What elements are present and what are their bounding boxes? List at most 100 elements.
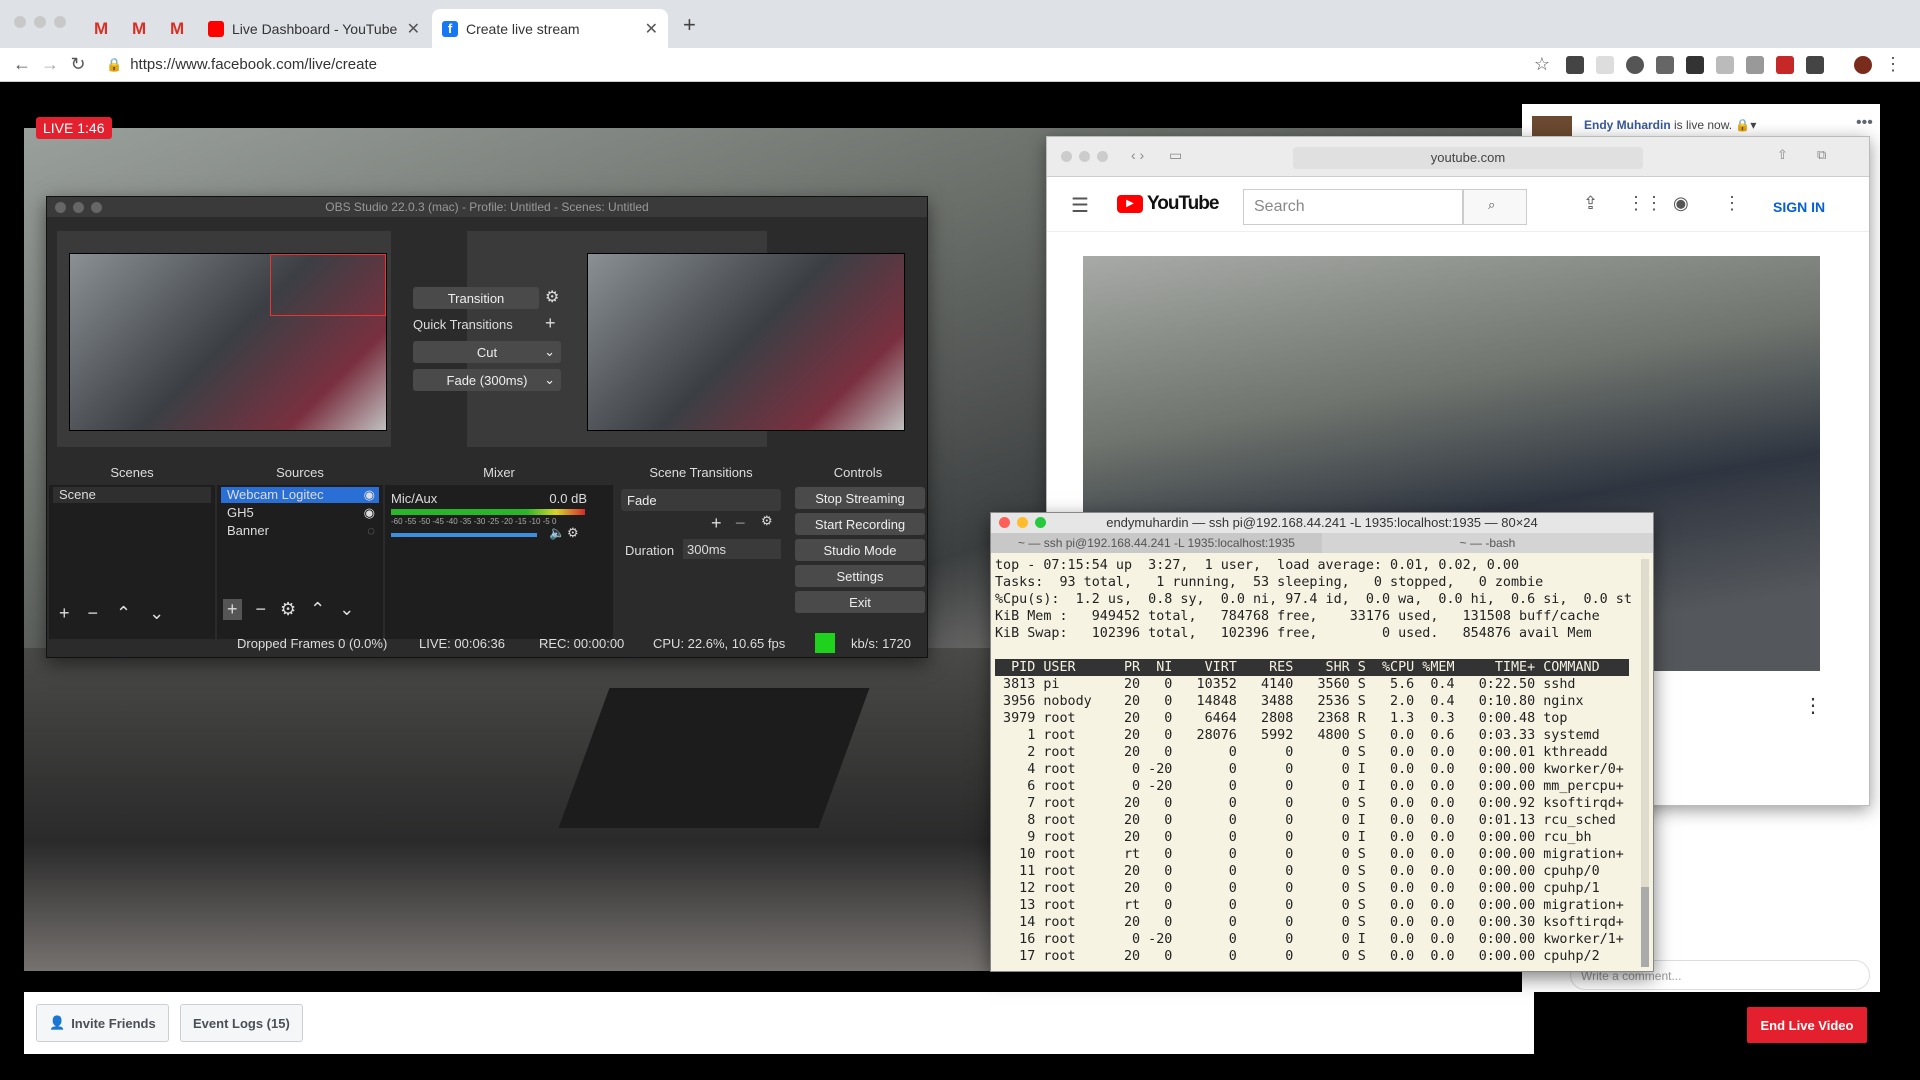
search-input[interactable]: Search <box>1243 189 1463 225</box>
scene-item[interactable]: Scene <box>53 487 211 503</box>
extension-icon[interactable] <box>1596 55 1614 74</box>
gear-icon[interactable]: ⚙ <box>567 525 579 541</box>
move-up-icon[interactable]: ⌃ <box>116 603 131 624</box>
close-window-button[interactable] <box>999 517 1010 528</box>
gear-icon[interactable]: ⚙ <box>545 287 559 307</box>
zoom-window-button[interactable] <box>1035 517 1046 528</box>
close-window-button[interactable] <box>1061 151 1072 162</box>
terminal-scrollbar[interactable] <box>1641 559 1649 967</box>
stop-streaming-button[interactable]: Stop Streaming <box>795 487 925 509</box>
volume-slider[interactable] <box>391 533 537 537</box>
close-window-button[interactable] <box>14 16 26 28</box>
minimize-window-button[interactable] <box>1017 517 1028 528</box>
settings-kebab-icon[interactable]: ⋮ <box>1723 193 1741 214</box>
close-tab-icon[interactable]: ✕ <box>407 19 420 39</box>
tab-youtube-dashboard[interactable]: Live Dashboard - YouTube ✕ <box>198 9 430 48</box>
safari-address-field[interactable]: youtube.com <box>1293 147 1643 169</box>
more-options-icon[interactable]: ⋮ <box>1803 693 1823 718</box>
upload-icon[interactable]: ⇪ <box>1583 193 1598 214</box>
share-icon[interactable]: ⇧ <box>1777 147 1788 163</box>
sign-in-button[interactable]: SIGN IN <box>1773 199 1825 215</box>
menu-kebab-icon[interactable]: ⋮ <box>1884 54 1902 75</box>
new-tab-icon[interactable]: + <box>683 12 696 38</box>
back-icon[interactable]: ← <box>8 54 36 75</box>
tab-gmail-1[interactable]: M <box>84 9 120 48</box>
start-recording-button[interactable]: Start Recording <box>795 513 925 535</box>
add-transition-icon[interactable]: + <box>545 313 556 334</box>
extension-icon[interactable] <box>1716 55 1734 74</box>
youtube-logo-text[interactable]: YouTube <box>1147 193 1219 215</box>
minimize-window-button[interactable] <box>73 202 84 213</box>
zoom-window-button[interactable] <box>1097 151 1108 162</box>
source-item[interactable]: Banner ◌ <box>221 523 379 539</box>
eye-icon[interactable]: ◉ <box>364 487 375 503</box>
zoom-window-button[interactable] <box>54 16 66 28</box>
fade-dropdown[interactable]: Fade (300ms) ⌄ <box>413 369 561 391</box>
terminal-tab-ssh[interactable]: ~ — ssh pi@192.168.44.241 -L 1935:localh… <box>991 533 1322 553</box>
close-window-button[interactable] <box>55 202 66 213</box>
messages-icon[interactable]: ◉ <box>1673 193 1689 214</box>
source-item[interactable]: GH5 ◉ <box>221 505 379 521</box>
extension-icon[interactable] <box>1776 55 1794 74</box>
extension-icon[interactable] <box>1686 55 1704 74</box>
search-button[interactable]: ⌕ <box>1463 189 1527 225</box>
source-selection-box[interactable] <box>270 254 386 316</box>
youtube-logo-icon[interactable]: ▶ <box>1117 195 1143 213</box>
add-icon[interactable]: + <box>223 599 242 620</box>
minimize-window-button[interactable] <box>1079 151 1090 162</box>
sidebar-icon[interactable]: ▭ <box>1169 147 1182 164</box>
minimize-window-button[interactable] <box>34 16 46 28</box>
duration-input[interactable]: 300ms <box>683 539 781 559</box>
remove-icon[interactable]: − <box>88 603 99 624</box>
back-forward-icon[interactable]: ‹ › <box>1131 147 1144 163</box>
bookmark-star-icon[interactable]: ☆ <box>1534 54 1550 75</box>
tabs-icon[interactable]: ⧉ <box>1817 147 1826 163</box>
terminal-output[interactable]: top - 07:15:54 up 3:27, 1 user, load ave… <box>991 553 1653 965</box>
tab-gmail-2[interactable]: M <box>122 9 158 48</box>
extension-icon[interactable] <box>1566 55 1584 74</box>
hamburger-menu-icon[interactable]: ☰ <box>1071 193 1089 218</box>
cut-dropdown[interactable]: Cut ⌄ <box>413 341 561 363</box>
move-down-icon[interactable]: ⌄ <box>339 599 354 620</box>
tab-facebook-live[interactable]: f Create live stream ✕ <box>432 9 668 48</box>
program-preview[interactable] <box>69 253 387 431</box>
eye-hidden-icon[interactable]: ◌ <box>367 523 375 538</box>
transition-button[interactable]: Transition <box>413 287 539 309</box>
extension-icon[interactable] <box>1656 55 1674 74</box>
settings-button[interactable]: Settings <box>795 565 925 587</box>
gear-icon[interactable]: ⚙ <box>280 599 296 620</box>
terminal-tab-bash[interactable]: ~ — -bash <box>1322 533 1653 553</box>
profile-avatar[interactable] <box>1854 55 1872 74</box>
move-down-icon[interactable]: ⌄ <box>149 603 164 624</box>
add-icon[interactable]: + <box>59 603 70 624</box>
gear-icon[interactable]: ⚙ <box>761 513 773 529</box>
more-options-icon[interactable]: ••• <box>1856 114 1873 132</box>
zoom-window-button[interactable] <box>91 202 102 213</box>
transition-select-value: Fade <box>627 492 657 508</box>
reload-icon[interactable]: ↻ <box>64 54 92 75</box>
event-logs-button[interactable]: Event Logs (15) <box>180 1004 303 1042</box>
apps-grid-icon[interactable]: ⋮⋮ <box>1627 193 1663 214</box>
url-field[interactable]: https://www.facebook.com/live/create <box>130 56 377 73</box>
studio-preview[interactable] <box>587 253 905 431</box>
add-icon[interactable]: + <box>711 513 722 534</box>
extension-icon[interactable] <box>1746 55 1764 74</box>
speaker-icon[interactable]: 🔈 <box>549 525 565 541</box>
end-live-video-button[interactable]: End Live Video <box>1747 1007 1867 1043</box>
move-up-icon[interactable]: ⌃ <box>310 599 325 620</box>
scrollbar-thumb[interactable] <box>1641 887 1649 967</box>
transition-select[interactable]: Fade <box>621 489 781 511</box>
remove-icon[interactable]: − <box>735 513 746 534</box>
source-item[interactable]: Webcam Logitec ◉ <box>221 487 379 503</box>
extension-icon[interactable] <box>1626 55 1644 74</box>
eye-icon[interactable]: ◉ <box>364 505 375 521</box>
close-tab-icon[interactable]: ✕ <box>645 19 658 39</box>
remove-icon[interactable]: − <box>256 599 267 620</box>
tab-gmail-3[interactable]: M <box>160 9 196 48</box>
extension-icon[interactable] <box>1806 55 1824 74</box>
invite-friends-button[interactable]: 👤 Invite Friends <box>36 1004 169 1042</box>
user-name[interactable]: Endy Muhardin <box>1584 118 1671 132</box>
exit-button[interactable]: Exit <box>795 591 925 613</box>
forward-icon[interactable]: → <box>36 54 64 75</box>
studio-mode-button[interactable]: Studio Mode <box>795 539 925 561</box>
